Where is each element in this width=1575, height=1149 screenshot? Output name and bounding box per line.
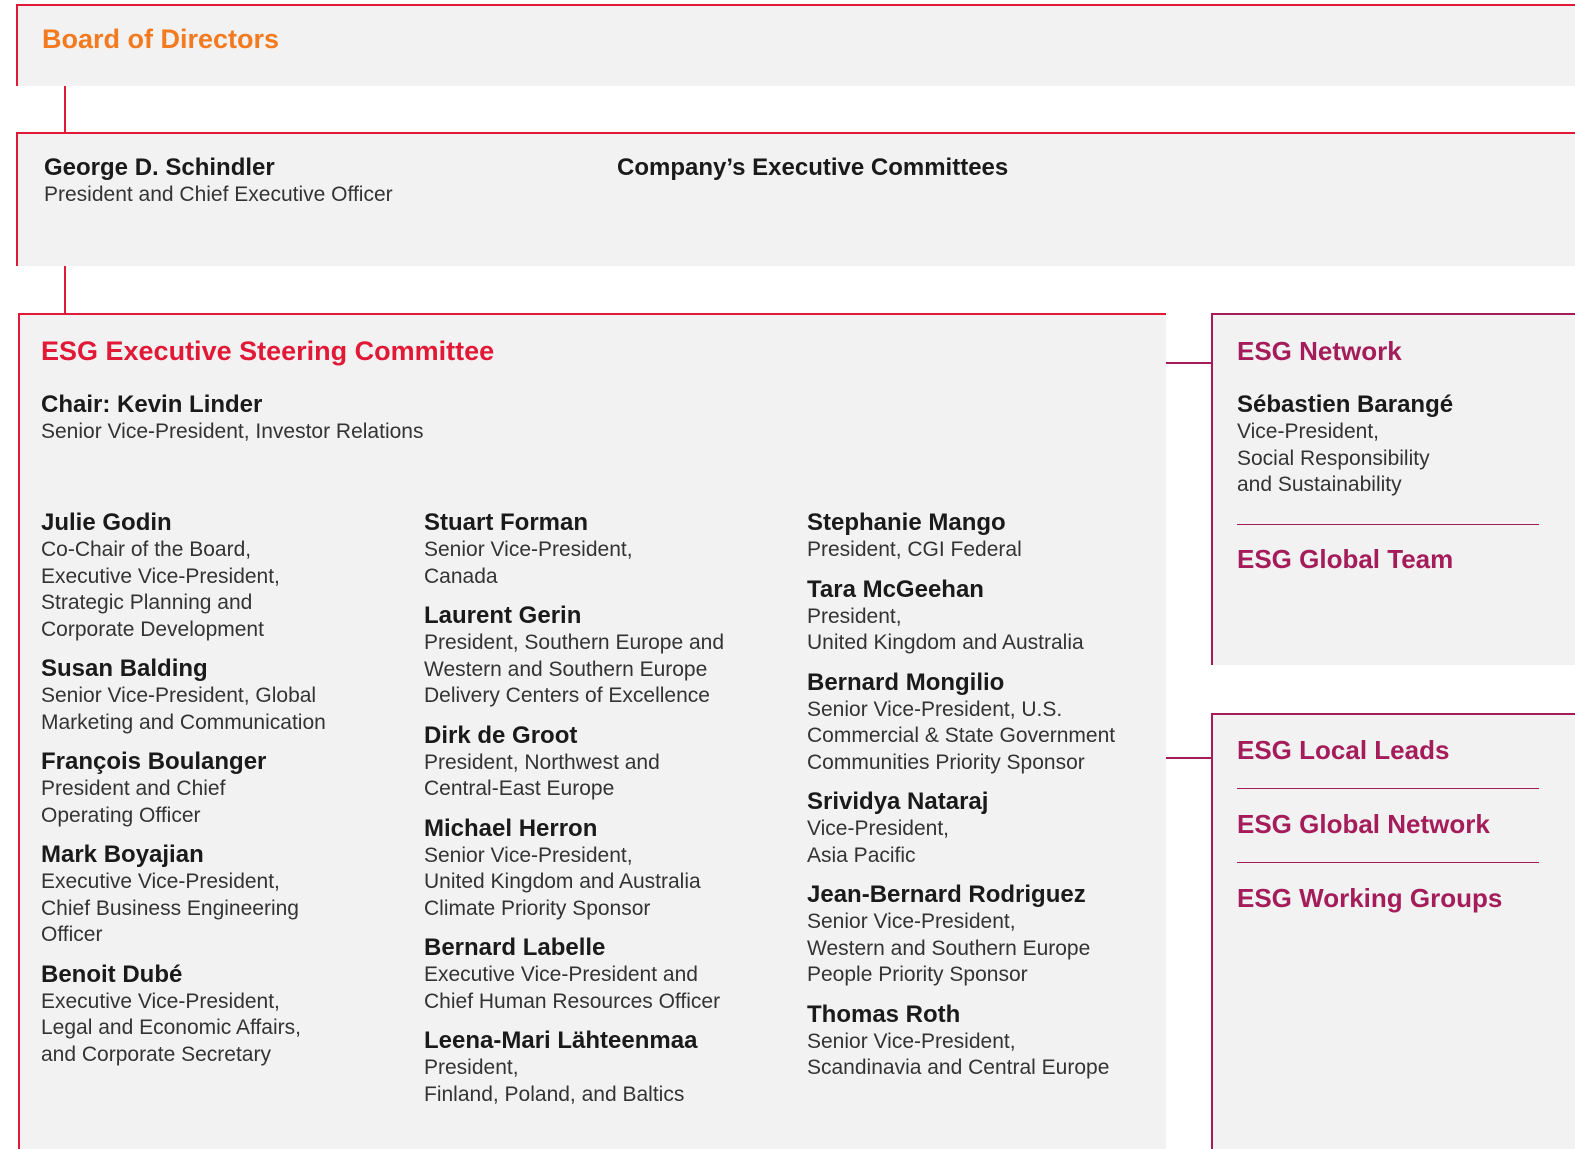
member-role: President, Finland, Poland, and Baltics <box>424 1056 685 1106</box>
member-role: President and Chief Operating Officer <box>41 777 226 827</box>
member-name: François Boulanger <box>41 748 267 775</box>
member-name: Leena-Mari Lähteenmaa <box>424 1027 698 1054</box>
member-role: Senior Vice-President, Canada <box>424 538 633 588</box>
member-card: Susan Balding Senior Vice-President, Glob… <box>41 655 326 736</box>
chair-role: Senior Vice-President, Investor Relation… <box>41 420 424 443</box>
member-name: Srividya Nataraj <box>807 788 989 815</box>
member-role: Co-Chair of the Board, Executive Vice-Pr… <box>41 538 280 641</box>
member-name: Michael Herron <box>424 814 598 842</box>
member-name: Jean-Bernard Rodriguez <box>807 881 1086 908</box>
connector-steering-network <box>1166 362 1211 364</box>
network-lead-role: Vice-President, Social Responsibility an… <box>1237 420 1430 496</box>
member-name: Julie Godin <box>41 509 172 536</box>
member-column-1: Julie Godin Co-Chair of the Board, Execut… <box>41 509 326 1080</box>
executive-box: George D. Schindler President and Chief … <box>16 132 1575 266</box>
member-card: Julie Godin Co-Chair of the Board, Execut… <box>41 509 326 643</box>
member-card: Tara McGeehan President, United Kingdom a… <box>807 576 1115 657</box>
member-role: Vice-President, Asia Pacific <box>807 817 950 867</box>
member-role: President, CGI Federal <box>807 538 1022 561</box>
member-name: Bernard Labelle <box>424 934 606 961</box>
global-network-label: ESG Global Network <box>1237 809 1490 839</box>
esg-network-box: ESG Network Sébastien Barangé Vice-Presi… <box>1211 313 1575 665</box>
steering-committee-box: ESG Executive Steering Committee Chair: … <box>18 313 1166 1149</box>
member-role: President, Northwest and Central-East Eu… <box>424 750 660 801</box>
connector-ceo-steering <box>64 266 66 313</box>
exec-committees-title: Company’s Executive Committees <box>617 154 1009 181</box>
member-card: François Boulanger President and Chief Op… <box>41 748 326 829</box>
local-leads-label: ESG Local Leads <box>1237 735 1450 765</box>
member-name: Stuart Forman <box>424 509 589 536</box>
board-of-directors-box: Board of Directors <box>16 4 1575 86</box>
member-name: Tara McGeehan <box>807 575 984 603</box>
member-card: Stephanie Mango President, CGI Federal <box>807 509 1115 564</box>
member-name: Dirk de Groot <box>424 721 578 749</box>
connector-board-ceo <box>64 86 66 132</box>
member-name: Mark Boyajian <box>41 841 204 868</box>
member-column-3: Stephanie Mango President, CGI Federal Tar… <box>807 509 1115 1094</box>
global-team-label: ESG Global Team <box>1237 544 1454 574</box>
member-role: Senior Vice-President, United Kingdom an… <box>424 843 701 920</box>
esg-local-box: ESG Local Leads ESG Global Network ESG W… <box>1211 713 1575 1149</box>
member-card: Stuart Forman Senior Vice-President, Cana… <box>424 509 724 590</box>
member-name: Bernard Mongilio <box>807 668 1005 696</box>
member-role: Senior Vice-President, Global Marketing … <box>41 684 326 734</box>
ceo-role: President and Chief Executive Officer <box>44 183 393 206</box>
steering-title: ESG Executive Steering Committee <box>41 336 495 366</box>
member-card: Michael Herron Senior Vice-President, Uni… <box>424 815 724 923</box>
member-role: President, Southern Europe and Western a… <box>424 631 725 707</box>
member-card: Thomas Roth Senior Vice-President, Scandi… <box>807 1001 1115 1082</box>
member-role: Senior Vice-President, U.S. Commercial &… <box>807 697 1116 774</box>
member-name: Susan Balding <box>41 655 208 682</box>
network-lead-name: Sébastien Barangé <box>1237 391 1454 418</box>
member-role: Senior Vice-President, Western and South… <box>807 910 1091 986</box>
member-name: Stephanie Mango <box>807 509 1006 536</box>
member-card: Srividya Nataraj Vice-President, Asia Pac… <box>807 788 1115 869</box>
local-divider-2 <box>1237 862 1539 863</box>
member-card: Benoit Dubé Executive Vice-President, Leg… <box>41 961 326 1069</box>
member-role: Senior Vice-President, Scandinavia and C… <box>807 1029 1110 1080</box>
member-column-2: Stuart Forman Senior Vice-President, Cana… <box>424 509 724 1120</box>
member-card: Laurent Gerin President, Southern Europe … <box>424 602 724 710</box>
member-card: Dirk de Groot President, Northwest and Ce… <box>424 722 724 803</box>
working-groups-label: ESG Working Groups <box>1237 883 1503 913</box>
ceo-block: George D. Schindler President and Chief … <box>44 154 393 209</box>
member-card: Jean-Bernard Rodriguez Senior Vice-Presid… <box>807 881 1115 989</box>
chair-block: Chair: Kevin Linder Senior Vice-Presiden… <box>41 391 423 446</box>
local-divider-1 <box>1237 788 1539 789</box>
network-title: ESG Network <box>1237 336 1402 366</box>
connector-steering-local <box>1166 757 1211 759</box>
member-role: Executive Vice-President and Chief Human… <box>424 963 721 1013</box>
chair-name: Chair: Kevin Linder <box>41 391 263 418</box>
network-lead-block: Sébastien Barangé Vice-President, Social… <box>1237 391 1453 499</box>
member-name: Laurent Gerin <box>424 602 582 629</box>
member-card: Bernard Labelle Executive Vice-President … <box>424 934 724 1015</box>
member-card: Leena-Mari Lähteenmaa President, Finland,… <box>424 1027 724 1108</box>
member-name: Benoit Dubé <box>41 960 183 988</box>
member-name: Thomas Roth <box>807 1000 961 1028</box>
member-role: Executive Vice-President, Chief Business… <box>41 870 299 946</box>
member-role: Executive Vice-President, Legal and Econ… <box>41 989 301 1066</box>
board-title: Board of Directors <box>42 24 280 54</box>
member-card: Mark Boyajian Executive Vice-President, C… <box>41 841 326 949</box>
network-divider <box>1237 524 1539 525</box>
member-role: President, United Kingdom and Australia <box>807 604 1084 655</box>
ceo-name: George D. Schindler <box>44 154 275 181</box>
member-card: Bernard Mongilio Senior Vice-President, U… <box>807 669 1115 777</box>
